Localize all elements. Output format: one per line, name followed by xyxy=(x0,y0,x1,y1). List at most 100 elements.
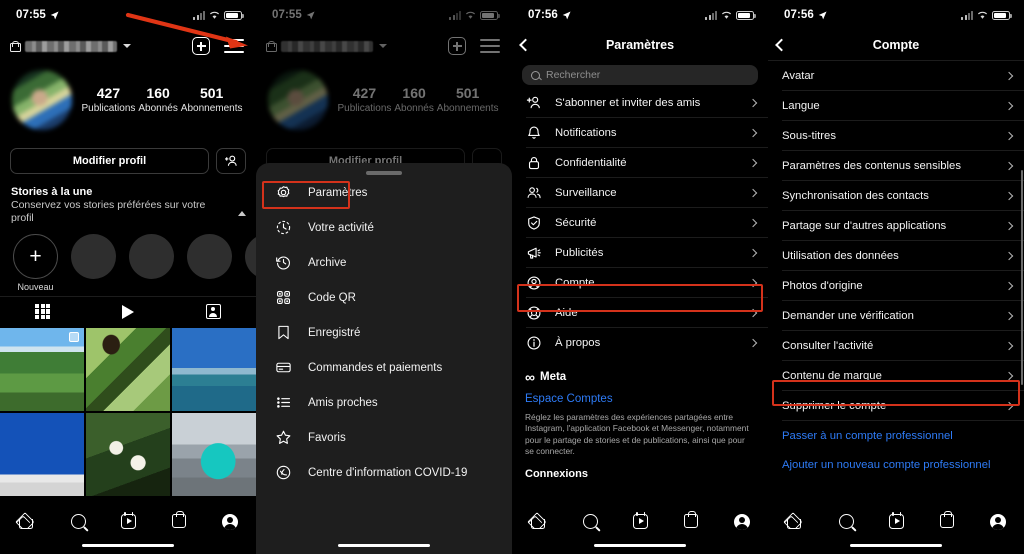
tab-grid[interactable] xyxy=(0,297,85,326)
drawer-sheet: Paramètres Votre activité Archive Code Q… xyxy=(256,163,512,554)
home-icon[interactable] xyxy=(16,514,35,530)
settings-row-confidentialite[interactable]: Confidentialité xyxy=(512,148,768,177)
shop-icon[interactable] xyxy=(940,510,955,528)
drawer-item-archive[interactable]: Archive xyxy=(256,245,512,280)
chevron-up-icon[interactable] xyxy=(238,211,246,216)
reels-icon[interactable] xyxy=(633,511,649,529)
post-thumbnail[interactable] xyxy=(171,328,256,411)
settings-row-securite[interactable]: Sécurité xyxy=(512,208,768,237)
back-icon[interactable] xyxy=(775,38,788,52)
reels-icon[interactable] xyxy=(121,511,137,529)
settings-row-compte[interactable]: Compte xyxy=(512,268,768,297)
account-row-label: Contenu de marque xyxy=(782,369,882,382)
chevron-right-icon xyxy=(1004,311,1014,320)
account-row-avatar[interactable]: Avatar xyxy=(768,61,1024,90)
drawer-item-label: Votre activité xyxy=(308,221,374,234)
profile-icon[interactable] xyxy=(990,514,1007,530)
settings-row-aide[interactable]: Aide xyxy=(512,298,768,327)
account-row-label: Photos d'origine xyxy=(782,279,863,292)
highlight-new[interactable]: Nouveau xyxy=(13,234,58,292)
account-row-label: Ajouter un nouveau compte professionnel xyxy=(782,458,991,471)
account-row-sous-titres[interactable]: Sous-titres xyxy=(768,121,1024,150)
account-row-label: Consulter l'activité xyxy=(782,339,874,352)
search-icon[interactable] xyxy=(582,514,598,529)
grid-icon xyxy=(35,304,51,319)
drawer-item-covid[interactable]: Centre d'information COVID-19 xyxy=(256,455,512,490)
post-grid xyxy=(0,328,256,496)
status-bar: 07:56 xyxy=(512,0,768,30)
settings-row-publicites[interactable]: Publicités xyxy=(512,238,768,267)
highlight-new-label: Nouveau xyxy=(17,282,54,292)
shop-icon[interactable] xyxy=(172,510,187,528)
drawer-item-amis-proches[interactable]: Amis proches xyxy=(256,385,512,420)
shop-icon[interactable] xyxy=(684,510,699,528)
drawer-item-votre-activite[interactable]: Votre activité xyxy=(256,210,512,245)
drawer-item-label: Centre d'information COVID-19 xyxy=(308,466,468,479)
scrollbar[interactable] xyxy=(1020,170,1023,385)
highlight-circle[interactable] xyxy=(71,234,116,279)
post-thumbnail[interactable] xyxy=(0,328,85,411)
stat-following[interactable]: 501 Abonnements xyxy=(181,85,243,115)
home-indicator xyxy=(850,543,942,547)
chevron-right-icon xyxy=(1004,221,1014,230)
bottom-navigation xyxy=(512,506,768,554)
tab-reels[interactable] xyxy=(85,297,170,326)
search-icon[interactable] xyxy=(838,514,854,529)
drawer-item-code-qr[interactable]: Code QR xyxy=(256,280,512,315)
post-thumbnail[interactable] xyxy=(171,412,256,496)
highlight-circle[interactable] xyxy=(187,234,232,279)
highlights-row: Nouveau xyxy=(0,225,256,292)
drawer-item-label: Enregistré xyxy=(308,326,361,339)
gear-icon xyxy=(275,184,292,201)
search-input[interactable]: Rechercher xyxy=(522,65,758,85)
account-row-utilisation-donnees[interactable]: Utilisation des données xyxy=(768,241,1024,270)
highlight-circle[interactable] xyxy=(245,234,256,279)
post-thumbnail[interactable] xyxy=(85,328,171,411)
account-row-contenus-sensibles[interactable]: Paramètres des contenus sensibles xyxy=(768,151,1024,180)
stat-following-count: 501 xyxy=(199,85,224,101)
discover-people-button[interactable] xyxy=(216,148,246,174)
settings-row-label: Compte xyxy=(555,276,595,289)
account-row-photos-origine[interactable]: Photos d'origine xyxy=(768,271,1024,300)
drawer-item-commandes-paiements[interactable]: Commandes et paiements xyxy=(256,350,512,385)
home-icon[interactable] xyxy=(528,514,547,530)
account-row-supprimer-compte[interactable]: Supprimer le compte xyxy=(768,391,1024,420)
archive-clock-icon xyxy=(275,254,292,271)
profile-tabs xyxy=(0,296,256,326)
account-row-consulter-activite[interactable]: Consulter l'activité xyxy=(768,331,1024,360)
account-row-demander-verification[interactable]: Demander une vérification xyxy=(768,301,1024,330)
search-icon[interactable] xyxy=(70,514,86,529)
settings-row-notifications[interactable]: Notifications xyxy=(512,118,768,147)
stat-posts-count: 427 xyxy=(96,85,121,101)
account-row-langue[interactable]: Langue xyxy=(768,91,1024,120)
stat-followers[interactable]: 160 Abonnés xyxy=(138,85,177,115)
chevron-right-icon xyxy=(1004,71,1014,80)
account-row-sync-contacts[interactable]: Synchronisation des contacts xyxy=(768,181,1024,210)
accounts-center-link[interactable]: Espace Comptes xyxy=(525,385,755,405)
account-row-contenu-marque[interactable]: Contenu de marque xyxy=(768,361,1024,390)
profile-icon[interactable] xyxy=(734,514,751,530)
back-icon[interactable] xyxy=(519,38,532,52)
settings-row-a-propos[interactable]: À propos xyxy=(512,328,768,357)
stat-posts[interactable]: 427 Publications xyxy=(81,85,135,115)
tab-tagged[interactable] xyxy=(171,297,256,326)
post-thumbnail[interactable] xyxy=(85,412,171,496)
home-icon[interactable] xyxy=(784,514,803,530)
account-row-passer-pro[interactable]: Passer à un compte professionnel xyxy=(768,421,1024,450)
drawer-item-enregistre[interactable]: Enregistré xyxy=(256,315,512,350)
chevron-right-icon xyxy=(748,158,758,167)
profile-icon[interactable] xyxy=(222,514,239,530)
reels-icon[interactable] xyxy=(889,511,905,529)
edit-profile-button[interactable]: Modifier profil xyxy=(10,148,209,174)
settings-row-surveillance[interactable]: Surveillance xyxy=(512,178,768,207)
account-row-ajouter-compte-pro[interactable]: Ajouter un nouveau compte professionnel xyxy=(768,450,1024,479)
settings-row-sabonner[interactable]: S'abonner et inviter des amis xyxy=(512,88,768,117)
avatar[interactable] xyxy=(12,70,72,130)
status-time-text: 07:56 xyxy=(784,9,814,21)
highlight-circle[interactable] xyxy=(129,234,174,279)
drawer-item-favoris[interactable]: Favoris xyxy=(256,420,512,455)
drawer-item-parametres[interactable]: Paramètres xyxy=(256,175,512,210)
account-row-partage-applications[interactable]: Partage sur d'autres applications xyxy=(768,211,1024,240)
section-header-connexions: Connexions xyxy=(525,467,588,480)
post-thumbnail[interactable] xyxy=(0,412,85,496)
